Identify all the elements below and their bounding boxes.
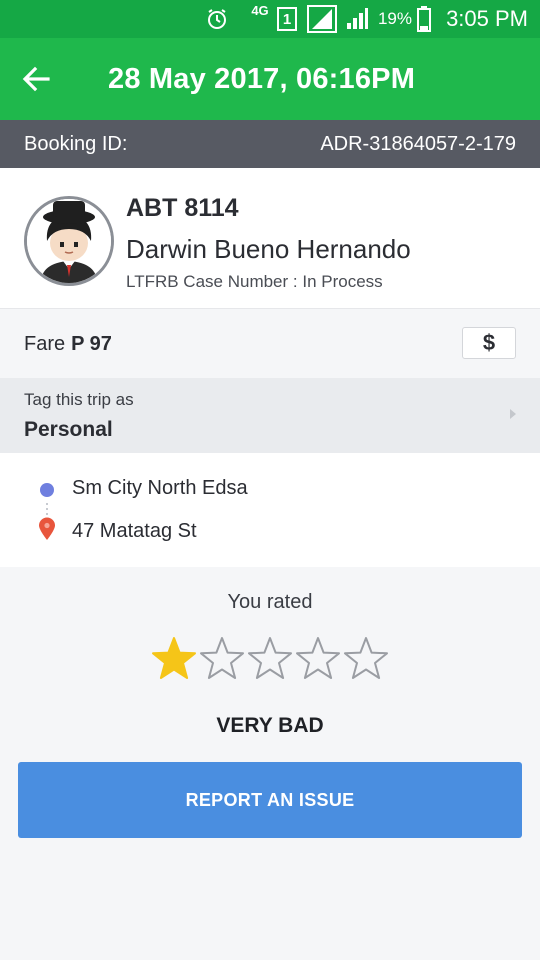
battery-percent: 19% <box>377 9 412 28</box>
tag-trip-row[interactable]: Tag this trip as Personal <box>0 378 540 453</box>
status-time: 3:05 PM <box>446 6 528 31</box>
vehicle-plate: ABT 8114 <box>126 194 239 222</box>
sim-icon: 1 <box>276 0 298 38</box>
dropoff-pin-icon <box>38 517 56 541</box>
fare-label-text: Fare <box>24 332 66 355</box>
star-empty-icon[interactable] <box>246 633 294 685</box>
fare-amount: P 97 <box>71 332 112 355</box>
battery-icon <box>416 0 432 38</box>
chevron-right-icon <box>508 406 518 422</box>
pickup-location: Sm City North Edsa <box>72 477 248 499</box>
star-empty-icon[interactable] <box>198 633 246 685</box>
route-connector <box>46 503 48 515</box>
page-title: 28 May 2017, 06:16PM <box>108 62 416 95</box>
booking-id-value: ADR-31864057-2-179 <box>320 132 516 155</box>
fare-details-button[interactable]: $ <box>462 327 516 359</box>
back-button[interactable] <box>14 57 58 101</box>
rating-text: VERY BAD <box>216 714 324 737</box>
status-bar: 4G 1 19% 3:05 PM <box>0 0 540 38</box>
alarm-icon <box>204 0 230 38</box>
dropoff-location: 47 Matatag St <box>72 520 197 542</box>
booking-id-label: Booking ID: <box>24 132 128 155</box>
signal-icon-sim1 <box>306 0 338 38</box>
report-issue-button[interactable]: REPORT AN ISSUE <box>18 762 522 838</box>
dollar-icon: $ <box>482 330 496 355</box>
booking-id-bar: Booking ID: ADR-31864057-2-179 <box>0 120 540 168</box>
rating-section: You rated VERY BAD REPORT AN ISSUE <box>0 567 540 960</box>
signal-icon-sim2 <box>344 0 370 38</box>
you-rated-label: You rated <box>227 591 313 613</box>
app-header: 28 May 2017, 06:16PM <box>0 38 540 120</box>
arrow-left-icon <box>22 66 50 92</box>
tag-trip-value: Personal <box>24 418 113 441</box>
network-type-label: 4G <box>251 3 269 18</box>
fare-label: Fare P 97 <box>24 309 112 379</box>
sim-number: 1 <box>277 7 297 31</box>
ltfrb-case-number: LTFRB Case Number : In Process <box>126 272 383 291</box>
driver-avatar <box>24 196 114 286</box>
driver-card: ABT 8114 Darwin Bueno Hernando LTFRB Cas… <box>0 168 540 308</box>
pickup-dot-icon <box>40 483 54 497</box>
driver-name: Darwin Bueno Hernando <box>126 234 411 264</box>
star-empty-icon[interactable] <box>294 633 342 685</box>
star-empty-icon[interactable] <box>342 633 390 685</box>
tag-trip-label: Tag this trip as <box>24 390 134 409</box>
route-card: Sm City North Edsa 47 Matatag St <box>0 453 540 567</box>
fare-row: Fare P 97 $ <box>0 308 540 378</box>
star-filled-icon[interactable] <box>150 633 198 685</box>
star-rating[interactable] <box>150 633 390 685</box>
